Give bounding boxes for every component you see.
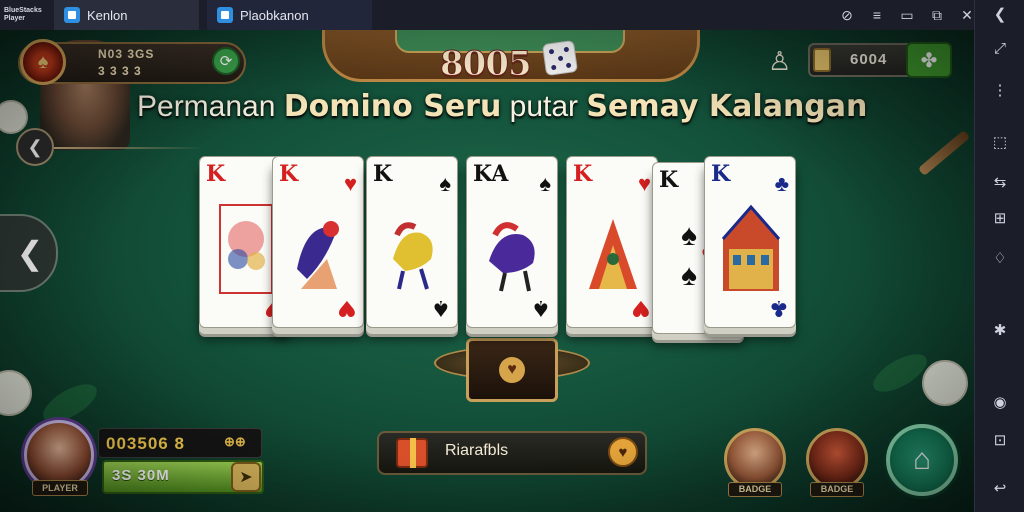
- back-nav-icon[interactable]: ↩: [975, 474, 1024, 502]
- heart-emblem-icon: ♥: [499, 357, 525, 383]
- card-rank: KA: [473, 161, 509, 187]
- decorative-domino-right: [922, 360, 968, 406]
- decorative-pen: [917, 129, 971, 177]
- app-logo-line-1: BlueStacks: [4, 7, 42, 14]
- back-divider: [54, 147, 204, 149]
- card-suit-icon: ♥: [631, 295, 651, 321]
- card-rank: K: [573, 161, 593, 187]
- card-suit-icon: ♠: [539, 171, 551, 196]
- back-button[interactable]: ❮: [16, 128, 54, 166]
- playing-card[interactable]: K ♥ ♥: [272, 156, 364, 328]
- apps-icon[interactable]: ⊞: [975, 204, 1024, 232]
- banner-text-3: putar: [501, 90, 587, 123]
- card-artwork: [381, 199, 445, 299]
- game-tab-icon: [217, 7, 233, 23]
- window-controls: ⊘ ≡ ▭ ⧉ ✕: [840, 0, 974, 30]
- card-suit-icon: ♥: [343, 171, 357, 196]
- puzzle-button[interactable]: ✤: [906, 42, 952, 78]
- app-logo-line-2: Player: [4, 15, 26, 22]
- game-viewport[interactable]: 8005 ♠ N03 3GS 3 3 3 3 ⟳ ❮ ❮ Permanan Do…: [0, 30, 974, 512]
- macro-icon[interactable]: ✱: [975, 316, 1024, 344]
- emulator-sidebar: ❮ ⤢ ⋮ ⬚ ⇆ ⊞ ♢ ✱ ◉ ⊡ ↩: [974, 0, 1024, 512]
- bet-confirm-button[interactable]: ➤: [231, 462, 261, 492]
- card-artwork: [214, 199, 278, 299]
- home-tab-icon: [64, 7, 80, 23]
- title-bar: BlueStacks Player Kenlon Plaobkanon ⊘ ≡ …: [0, 0, 1024, 30]
- profile-name: N03 3GS: [98, 47, 155, 61]
- banner-text-4: Semay Kalangan: [586, 89, 868, 124]
- game-banner: Permanan Domino Seru putar Semay Kalanga…: [137, 89, 867, 124]
- card-suit-icon: ♠: [431, 295, 451, 321]
- card-suit-icon: ♥: [637, 171, 651, 196]
- action-badge-icon[interactable]: ♥: [608, 437, 638, 467]
- playing-card[interactable]: K ♠ ♠: [366, 156, 458, 328]
- banner-text-1: Permanan: [137, 90, 284, 123]
- minimize-icon[interactable]: ▭: [900, 7, 914, 24]
- gallery-icon[interactable]: ⊡: [975, 426, 1024, 454]
- coin-icon: [813, 48, 831, 72]
- menu-icon[interactable]: ≡: [870, 7, 884, 23]
- card-rank: K: [711, 161, 731, 187]
- person-icon[interactable]: ♙: [768, 46, 794, 80]
- rotate-icon[interactable]: ⇆: [975, 168, 1024, 196]
- close-icon[interactable]: ✕: [960, 7, 974, 24]
- discard-holder[interactable]: ♥: [466, 338, 558, 402]
- decorative-domino-top-left: [0, 100, 28, 134]
- tab-label: Kenlon: [87, 7, 128, 23]
- tab-game[interactable]: Plaobkanon: [207, 0, 372, 30]
- card-suit-icon: ♥: [337, 295, 357, 321]
- refresh-button[interactable]: ⟳: [212, 47, 240, 75]
- profile-score: 3 3 3 3: [98, 64, 142, 78]
- screenshot-icon[interactable]: ⬚: [975, 128, 1024, 156]
- level-emblem-icon[interactable]: ♠: [20, 39, 66, 85]
- coin-balance: 6004: [850, 51, 888, 68]
- record-icon[interactable]: ◉: [975, 388, 1024, 416]
- card-suit-icon: ♣: [774, 171, 789, 196]
- more-icon[interactable]: ⋮: [975, 76, 1024, 104]
- pot-score: 8005: [440, 44, 533, 85]
- tab-label: Plaobkanon: [240, 7, 309, 23]
- card-rank: K: [373, 161, 393, 187]
- card-artwork: [719, 199, 783, 299]
- svg-text:♠: ♠: [681, 219, 697, 252]
- app-logo[interactable]: BlueStacks Player: [0, 0, 54, 30]
- banner-text-2: Domino Seru: [283, 89, 502, 124]
- opponent-avatar[interactable]: [724, 428, 786, 490]
- card-artwork: [481, 199, 545, 299]
- card-artwork: [287, 199, 351, 299]
- opponent-avatar[interactable]: [806, 428, 868, 490]
- player-avatar-label: PLAYER: [32, 480, 88, 496]
- playing-card[interactable]: K ♥ ♥: [566, 156, 658, 328]
- playing-card[interactable]: KA ♠ ♠: [466, 156, 558, 328]
- chip-icon: ⊕⊕: [224, 434, 246, 449]
- dice-icon: [541, 39, 579, 77]
- card-rank: K: [279, 161, 299, 187]
- playing-card[interactable]: K ♣ ♣: [704, 156, 796, 328]
- collapse-sidebar-icon[interactable]: ❮: [975, 0, 1024, 28]
- opponent-label: BADGE: [728, 482, 782, 497]
- previous-page-button[interactable]: ❮: [0, 214, 58, 292]
- home-button[interactable]: ⌂: [886, 424, 958, 496]
- maximize-icon[interactable]: ⧉: [930, 7, 944, 24]
- chip-count: 003506 8: [106, 434, 185, 453]
- card-suit-icon: ♣: [769, 295, 789, 321]
- bet-value: 3S 30M: [112, 467, 170, 484]
- card-artwork: [581, 199, 645, 299]
- gift-icon: [396, 438, 428, 468]
- svg-text:♠: ♠: [681, 259, 697, 292]
- tab-home[interactable]: Kenlon: [54, 0, 199, 30]
- opponent-label: BADGE: [810, 482, 864, 497]
- card-suit-icon: ♠: [531, 295, 551, 321]
- decorative-domino-left: [0, 370, 32, 416]
- card-suit-icon: ♠: [439, 171, 451, 196]
- card-rank: K: [206, 161, 226, 187]
- info-icon[interactable]: ⊘: [840, 7, 854, 24]
- location-icon[interactable]: ♢: [975, 244, 1024, 272]
- fullscreen-icon[interactable]: ⤢: [975, 34, 1024, 62]
- card-rank: K: [659, 167, 679, 193]
- action-label: Riarafbls: [445, 442, 509, 459]
